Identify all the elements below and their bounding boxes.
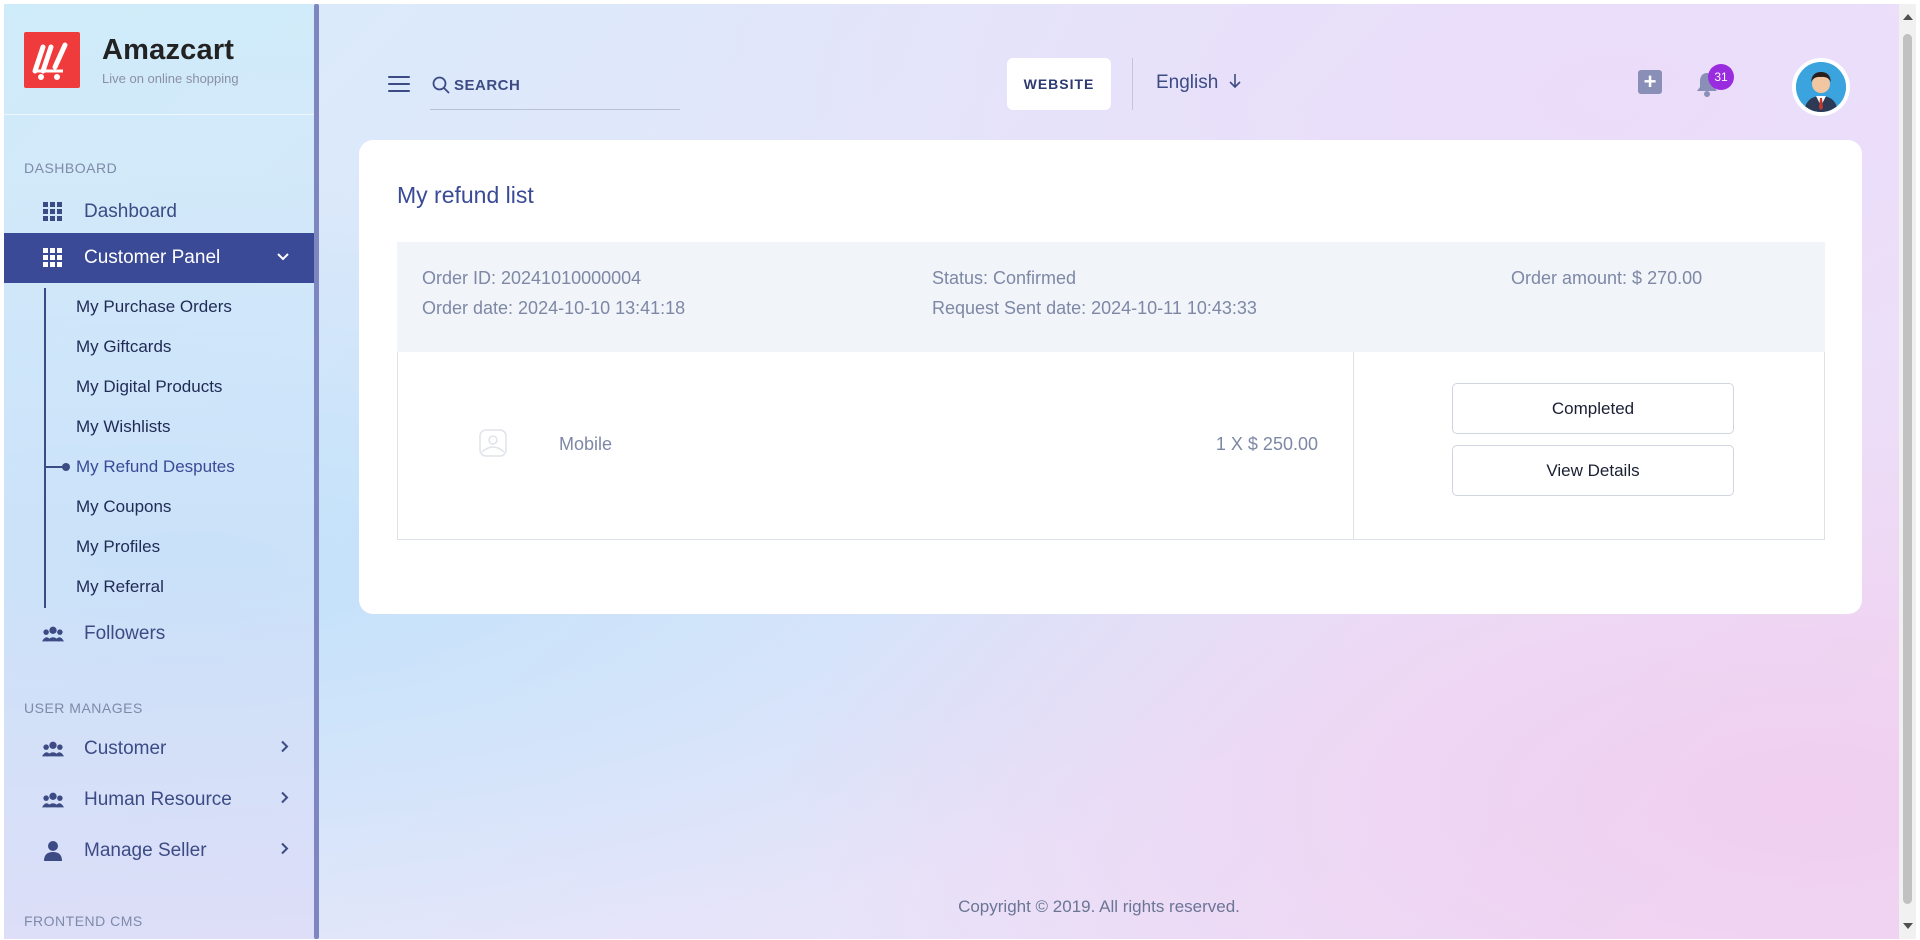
section-label-dashboard: DASHBOARD: [24, 160, 118, 176]
copyright: Copyright © 2019. All rights reserved.: [958, 897, 1240, 916]
submenu-item-coupons[interactable]: My Coupons: [76, 497, 171, 517]
users-icon: [42, 789, 64, 811]
submenu-item-digital-products[interactable]: My Digital Products: [76, 377, 222, 397]
chevron-right-icon: [280, 842, 290, 861]
users-icon: [42, 738, 64, 760]
sidebar-item-manage-seller[interactable]: Manage Seller: [4, 826, 314, 876]
submenu-item-wishlists[interactable]: My Wishlists: [76, 417, 170, 437]
app-window: Amazcart Live on online shopping DASHBOA…: [4, 4, 1899, 939]
order-status: Status: Confirmed: [932, 268, 1077, 288]
request-sent-date: Request Sent date: 2024-10-11 10:43:33: [932, 298, 1257, 318]
sidebar-item-customer[interactable]: Customer: [4, 724, 314, 774]
submenu-item-purchase-orders[interactable]: My Purchase Orders: [76, 297, 232, 317]
sidebar-item-label: Dashboard: [84, 201, 177, 222]
order-header: Order ID: 20241010000004 Order date: 202…: [397, 242, 1825, 352]
sidebar-item-customer-panel[interactable]: Customer Panel: [4, 233, 314, 283]
submenu-item-giftcards[interactable]: My Giftcards: [76, 337, 171, 357]
sidebar-item-dashboard[interactable]: Dashboard: [4, 187, 314, 237]
product-price: 1 X $ 250.00: [1215, 434, 1318, 454]
page-title: My refund list: [397, 182, 534, 208]
order-amount: Order amount: $ 270.00: [1511, 268, 1703, 288]
header-divider: [1132, 58, 1133, 110]
arrow-down-icon: [1228, 73, 1242, 94]
user-icon: [42, 840, 64, 862]
sidebar-item-followers[interactable]: Followers: [4, 609, 314, 659]
submenu-item-referral[interactable]: My Referral: [76, 577, 164, 597]
plus-square-icon[interactable]: +: [1638, 70, 1662, 94]
section-label-user-manages: USER MANAGES: [24, 700, 143, 716]
sidebar-item-label: Manage Seller: [84, 840, 207, 861]
scroll-up-icon[interactable]: [1903, 14, 1913, 20]
language-selector[interactable]: English: [1156, 72, 1242, 94]
brand-divider: [4, 114, 314, 115]
refund-list-card: My refund list Order ID: 20241010000004 …: [359, 140, 1862, 614]
search-input[interactable]: [454, 72, 674, 98]
active-indicator: [46, 463, 70, 471]
grid-icon: [42, 201, 64, 223]
sidebar-item-label: Customer: [84, 738, 167, 759]
view-details-button[interactable]: View Details: [1452, 445, 1734, 496]
sidebar-item-human-resource[interactable]: Human Resource: [4, 775, 314, 825]
submenu-item-profiles[interactable]: My Profiles: [76, 537, 160, 557]
menu-toggle-icon[interactable]: [388, 76, 410, 94]
completed-button[interactable]: Completed: [1452, 383, 1734, 434]
grid-icon: [42, 247, 64, 269]
sidebar: Amazcart Live on online shopping DASHBOA…: [4, 4, 316, 939]
product-name: Mobile: [559, 434, 613, 454]
notification-badge: 31: [1708, 64, 1734, 90]
brand[interactable]: Amazcart Live on online shopping: [24, 32, 239, 88]
search-bar[interactable]: [430, 70, 680, 110]
search-icon: [432, 76, 450, 99]
brand-logo: [24, 32, 80, 88]
users-icon: [42, 623, 64, 645]
website-button[interactable]: WEBSITE: [1007, 58, 1111, 110]
scroll-down-icon[interactable]: [1903, 923, 1913, 929]
order-date: Order date: 2024-10-10 13:41:18: [422, 298, 686, 318]
chevron-right-icon: [280, 791, 290, 810]
brand-tagline: Live on online shopping: [102, 71, 239, 86]
order-id: Order ID: 20241010000004: [422, 268, 642, 288]
sidebar-item-label: Followers: [84, 623, 166, 644]
language-label: English: [1156, 72, 1219, 93]
order-item-row: Mobile 1 X $ 250.00 Completed View Detai…: [397, 352, 1825, 540]
chevron-down-icon: [276, 249, 290, 267]
user-avatar-icon: [1796, 62, 1846, 112]
chevron-right-icon: [280, 740, 290, 759]
sidebar-item-label: Customer Panel: [84, 247, 221, 268]
column-divider: [1353, 352, 1354, 539]
submenu-item-refund-disputes[interactable]: My Refund Desputes: [76, 457, 235, 477]
brand-name: Amazcart: [102, 34, 235, 66]
image-placeholder-icon: [478, 428, 508, 458]
scrollbar-thumb[interactable]: [1903, 34, 1912, 904]
submenu-line: [44, 288, 46, 608]
avatar[interactable]: [1792, 58, 1850, 116]
sidebar-item-label: Human Resource: [84, 789, 232, 810]
sidebar-scrollbar[interactable]: [314, 4, 319, 939]
page-scrollbar[interactable]: [1899, 4, 1916, 939]
